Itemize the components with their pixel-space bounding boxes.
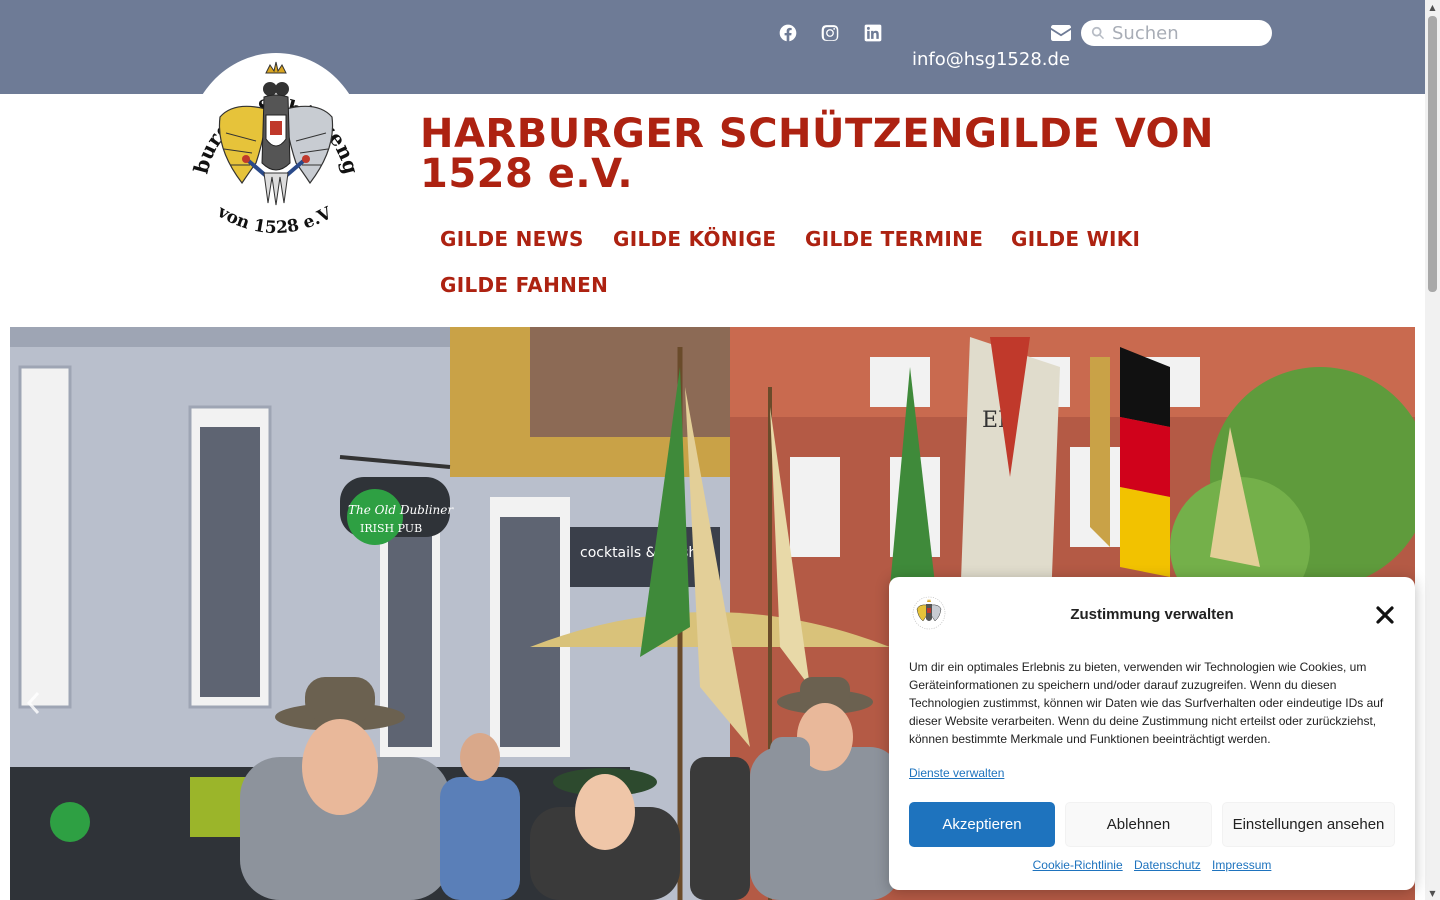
- nav-gilde-fahnen[interactable]: GILDE FAHNEN: [440, 273, 608, 297]
- cookie-consent-dialog: Zustimmung verwalten Um dir ein optimale…: [889, 577, 1415, 890]
- cookie-policy-link[interactable]: Cookie-Richtlinie: [1033, 858, 1123, 872]
- svg-text:The Old Dubliner: The Old Dubliner: [348, 503, 454, 517]
- deny-button[interactable]: Ablehnen: [1065, 802, 1212, 847]
- email-link[interactable]: info@hsg1528.de: [912, 49, 1070, 70]
- search-icon: [1091, 26, 1105, 40]
- cookie-footer-links: Cookie-Richtlinie Datenschutz Impressum: [889, 858, 1415, 872]
- svg-text:IRISH PUB: IRISH PUB: [360, 522, 422, 535]
- privacy-link[interactable]: Datenschutz: [1134, 858, 1201, 872]
- nav-gilde-termine[interactable]: GILDE TERMINE: [805, 227, 983, 251]
- scroll-down-arrow-icon[interactable]: ▼: [1425, 886, 1440, 900]
- instagram-icon[interactable]: [819, 22, 841, 44]
- nav-gilde-koenige[interactable]: GILDE KÖNIGE: [613, 227, 776, 251]
- close-icon[interactable]: [1375, 605, 1395, 625]
- view-preferences-button[interactable]: Einstellungen ansehen: [1222, 802, 1395, 847]
- facebook-icon[interactable]: [777, 22, 799, 44]
- nav-gilde-news[interactable]: GILDE NEWS: [440, 227, 584, 251]
- search-box[interactable]: [1081, 20, 1272, 46]
- manage-services-link[interactable]: Dienste verwalten: [909, 766, 1004, 780]
- nav-gilde-wiki[interactable]: GILDE WIKI: [1011, 227, 1140, 251]
- scroll-thumb[interactable]: [1428, 16, 1437, 292]
- cookie-dialog-title: Zustimmung verwalten: [1070, 606, 1234, 623]
- envelope-icon[interactable]: [1051, 25, 1071, 41]
- page-scrollbar[interactable]: ▲ ▼: [1425, 0, 1440, 900]
- linkedin-icon[interactable]: [862, 22, 884, 44]
- scroll-up-arrow-icon[interactable]: ▲: [1425, 0, 1440, 14]
- accept-button[interactable]: Akzeptieren: [909, 802, 1055, 847]
- site-title[interactable]: HARBURGER SCHÜTZENGILDE VON 1528 e.V.: [420, 114, 1270, 194]
- carousel-prev-arrow-icon[interactable]: [24, 690, 44, 716]
- site-logo[interactable]: Harburger Schützengilde von 1528 e.V.: [177, 34, 366, 249]
- search-input[interactable]: [1112, 22, 1262, 44]
- imprint-link[interactable]: Impressum: [1212, 858, 1271, 872]
- cookie-dialog-text: Um dir ein optimales Erlebnis zu bieten,…: [909, 660, 1384, 746]
